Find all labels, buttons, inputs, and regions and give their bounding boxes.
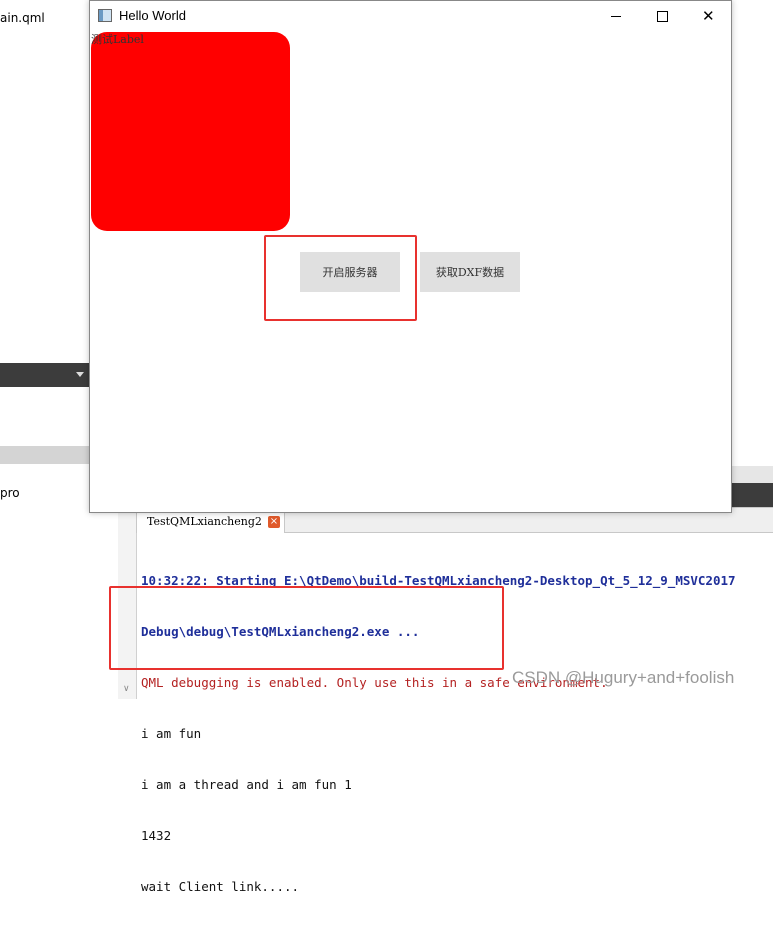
maximize-button[interactable] <box>639 1 685 31</box>
project-pro-item[interactable]: pro <box>0 486 20 500</box>
maximize-icon <box>657 11 668 22</box>
log-line: wait Client link..... <box>141 879 300 894</box>
annotation-box-output <box>109 586 504 670</box>
app-window-icon <box>98 9 112 22</box>
close-icon: ✕ <box>702 7 715 25</box>
close-icon[interactable]: × <box>267 516 280 528</box>
csdn-watermark: CSDN @Hugury+and+foolish <box>512 668 735 687</box>
log-line: i am a thread and i am fun 1 <box>141 777 352 792</box>
output-tab-label: TestQMLxiancheng2 <box>147 515 262 528</box>
test-label: 测试Label <box>91 33 144 46</box>
close-button[interactable]: ✕ <box>685 1 731 31</box>
window-title: Hello World <box>119 8 186 23</box>
window-titlebar[interactable]: Hello World ✕ <box>90 1 731 31</box>
minimize-button[interactable] <box>593 1 639 31</box>
log-line: 1432 <box>141 828 172 843</box>
project-file-item[interactable]: ain.qml <box>0 11 45 25</box>
chevron-down-icon[interactable] <box>76 372 84 377</box>
ide-panel-header[interactable] <box>0 363 90 387</box>
ide-left-panel: ain.qml pro <box>0 0 90 698</box>
ide-panel-strip <box>0 446 90 464</box>
log-line: i am fun <box>141 726 202 741</box>
ide-right-strip <box>730 466 773 483</box>
annotation-box-button <box>264 235 417 321</box>
red-rounded-rectangle <box>91 32 290 231</box>
get-dxf-button[interactable]: 获取DXF数据 <box>420 252 520 292</box>
minimize-icon <box>611 16 621 17</box>
scroll-down-icon[interactable]: ∨ <box>123 684 130 694</box>
output-tab[interactable]: TestQMLxiancheng2 × <box>136 510 285 533</box>
ide-right-header <box>730 483 773 507</box>
